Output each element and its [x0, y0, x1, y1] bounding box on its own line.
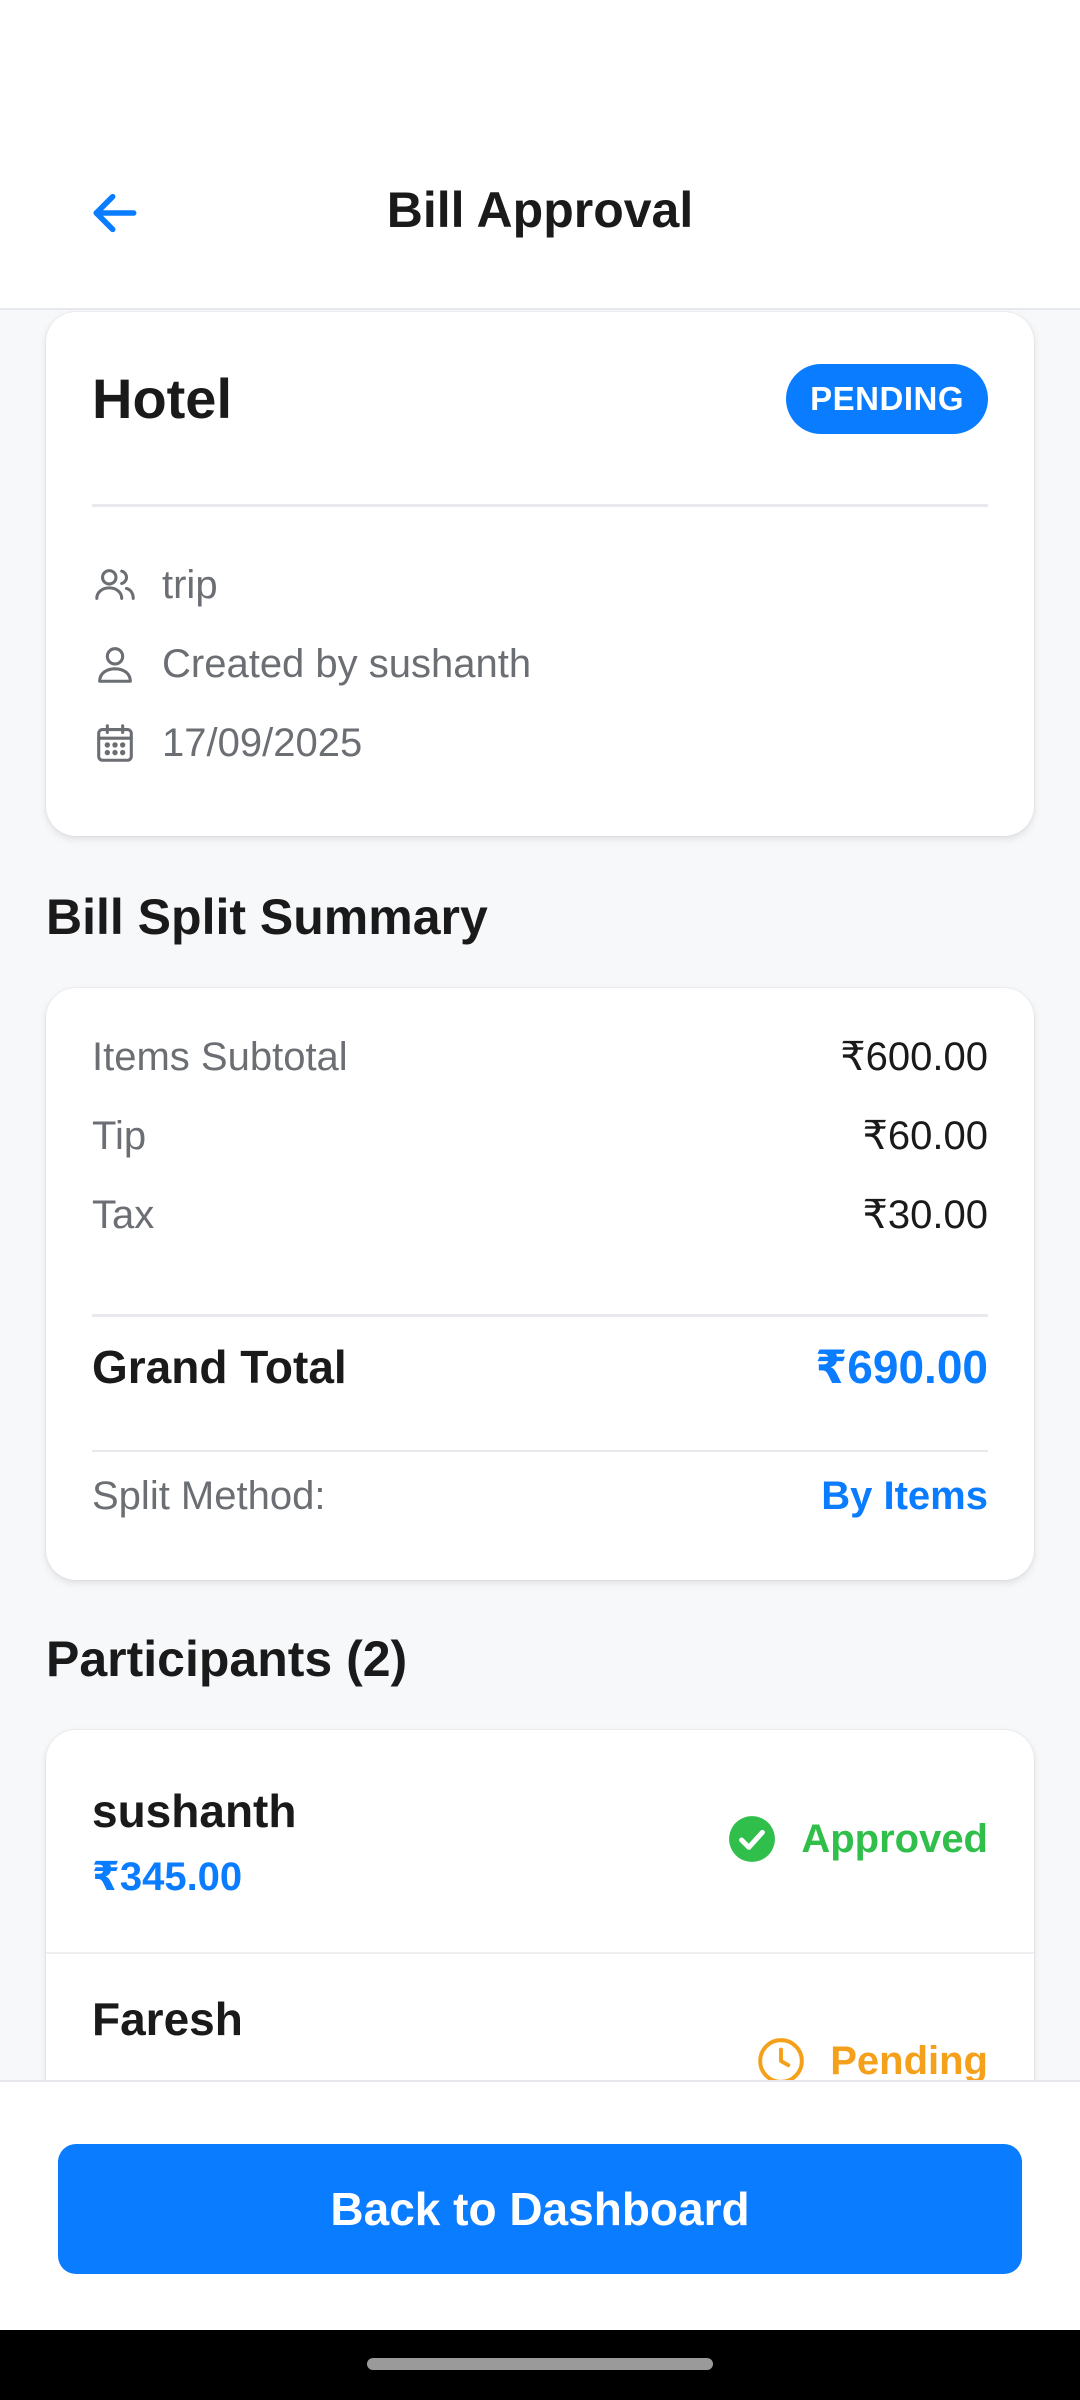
group-row: trip — [92, 562, 218, 608]
status-badge: PENDING — [786, 364, 988, 434]
app-header: Bill Approval — [0, 110, 1080, 310]
tip-label: Tip — [92, 1113, 147, 1158]
subtotal-row: Items Subtotal ₹600.00 — [92, 1034, 988, 1080]
bill-info-card: Hotel PENDING trip Created by sushanth 1… — [46, 312, 1034, 836]
home-indicator[interactable] — [367, 2358, 713, 2370]
back-to-dashboard-button[interactable]: Back to Dashboard — [58, 2144, 1022, 2274]
participant-amount: ₹345.00 — [92, 1855, 243, 1899]
participant-status-approved: Approved — [727, 1814, 988, 1864]
creator-text: Created by sushanth — [162, 641, 532, 686]
grand-total-value: ₹690.00 — [815, 1341, 988, 1393]
participant-name: sushanth — [92, 1785, 297, 1837]
subtotal-label: Items Subtotal — [92, 1034, 348, 1079]
date-row: 17/09/2025 — [92, 720, 362, 766]
status-bar — [0, 0, 1080, 110]
subtotal-value: ₹600.00 — [840, 1035, 988, 1079]
participant-row[interactable]: Faresh Pending — [46, 1954, 1034, 2080]
users-icon — [95, 569, 135, 600]
back-button[interactable] — [72, 170, 158, 256]
content-scroll-area[interactable]: Hotel PENDING trip Created by sushanth 1… — [0, 310, 1080, 2080]
divider — [92, 504, 988, 507]
participant-status-text: Approved — [801, 1816, 988, 1861]
participant-name: Faresh — [92, 1993, 243, 2045]
split-method-value: By Items — [821, 1474, 988, 1518]
calendar-icon — [97, 724, 133, 762]
participants-section-title: Participants (2) — [46, 1631, 408, 1687]
tax-label: Tax — [92, 1192, 155, 1237]
split-method-row: Split Method: By Items — [92, 1474, 988, 1519]
summary-section-title: Bill Split Summary — [46, 889, 488, 945]
tip-value: ₹60.00 — [862, 1114, 988, 1158]
grand-total-label: Grand Total — [92, 1341, 347, 1393]
participant-status-text: Pending — [830, 2038, 988, 2081]
group-name: trip — [162, 562, 218, 607]
participant-status-pending: Pending — [756, 2036, 988, 2080]
system-navigation-bar — [0, 2330, 1080, 2400]
bill-summary-card: Items Subtotal ₹600.00 Tip ₹60.00 Tax ₹3… — [46, 988, 1034, 1580]
creator-row: Created by sushanth — [92, 641, 531, 687]
split-method-label: Split Method: — [92, 1474, 326, 1518]
divider — [92, 1450, 988, 1452]
bill-name: Hotel — [92, 367, 232, 430]
check-circle-icon — [729, 1816, 776, 1862]
tax-value: ₹30.00 — [862, 1193, 988, 1237]
grand-total-row: Grand Total ₹690.00 — [92, 1340, 988, 1394]
arrow-left-icon — [93, 193, 137, 233]
footer-bar: Back to Dashboard — [0, 2080, 1080, 2330]
divider — [92, 1314, 988, 1317]
tip-row: Tip ₹60.00 — [92, 1113, 988, 1159]
page-title: Bill Approval — [386, 182, 694, 238]
participant-row[interactable]: sushanth ₹345.00 Approved — [46, 1730, 1034, 1950]
tax-row: Tax ₹30.00 — [92, 1192, 988, 1238]
participants-card: sushanth ₹345.00 Approved Faresh Pending — [46, 1730, 1034, 2080]
user-icon — [98, 647, 132, 683]
clock-icon — [758, 2038, 805, 2080]
bill-date: 17/09/2025 — [162, 720, 363, 765]
